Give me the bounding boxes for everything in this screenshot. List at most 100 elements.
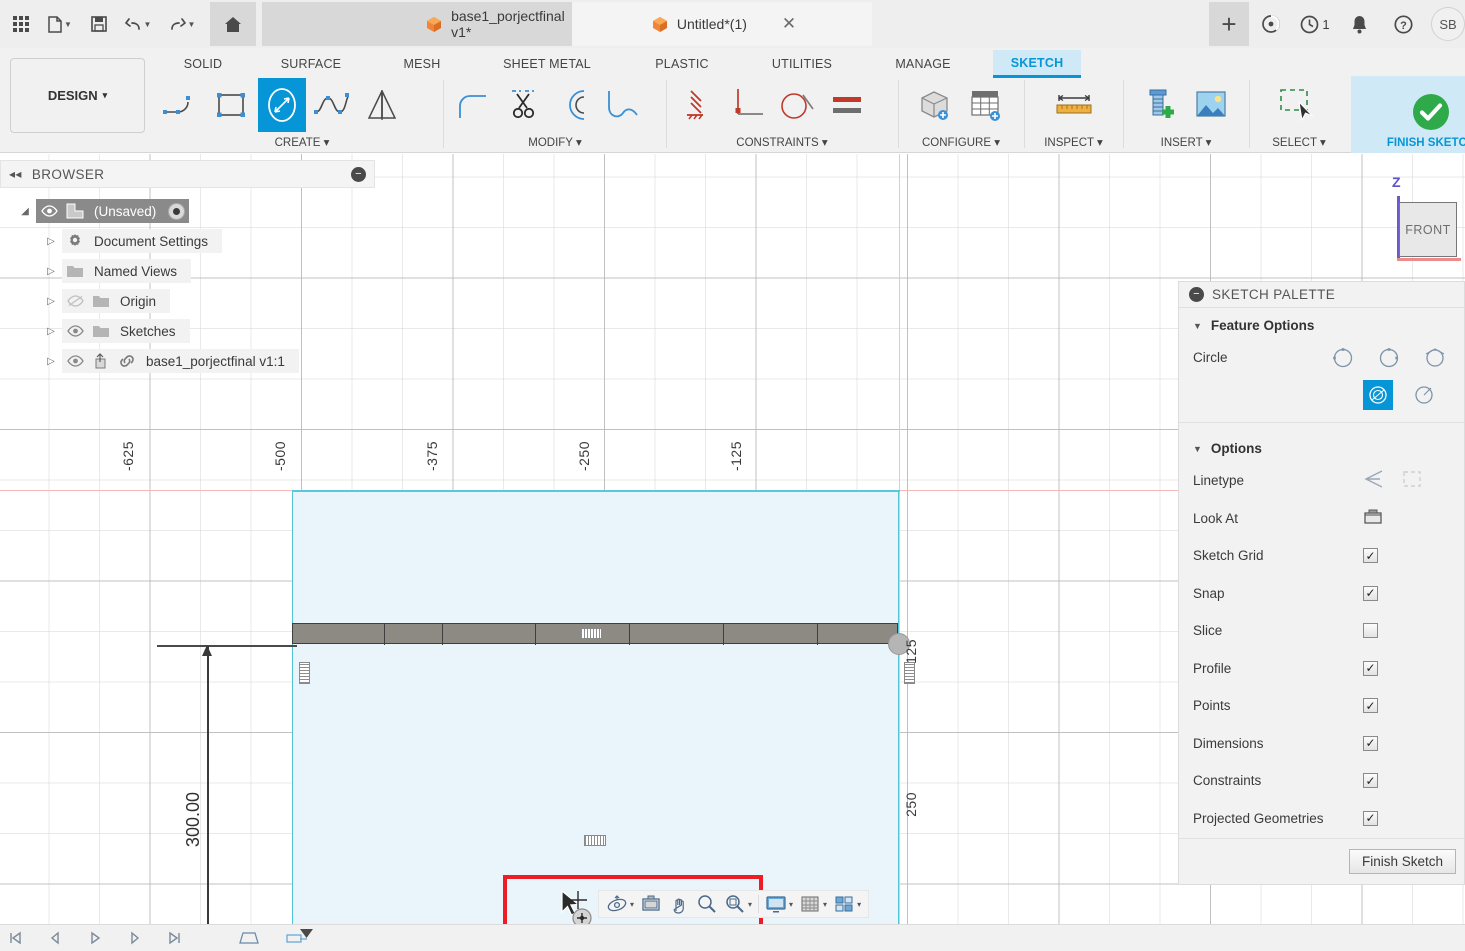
expand-arrow-icon[interactable]: ▷ — [40, 266, 62, 277]
centerline-icon[interactable] — [1401, 469, 1423, 492]
offset-icon[interactable] — [550, 78, 598, 132]
tangent-icon[interactable] — [773, 78, 821, 132]
finish-sketch-button[interactable]: FINISH SKETCH — [1351, 76, 1465, 153]
grid-snaps-icon[interactable]: ▾ — [796, 891, 830, 917]
timeline-prev-icon[interactable] — [48, 931, 62, 945]
visibility-eye-off-icon[interactable] — [62, 295, 88, 307]
mirror-icon[interactable] — [358, 78, 406, 132]
browser-item-document-settings[interactable]: ▷ Document Settings — [0, 226, 380, 256]
equal-icon[interactable] — [823, 78, 871, 132]
spline-icon[interactable] — [308, 78, 356, 132]
visibility-eye-icon[interactable] — [62, 355, 88, 367]
palette-row-sketch-grid[interactable]: Sketch Grid ✓ — [1179, 537, 1464, 575]
minimize-icon[interactable]: − — [1189, 287, 1204, 302]
configure-solid-icon[interactable] — [912, 78, 960, 132]
palette-row-constraints[interactable]: Constraints ✓ — [1179, 762, 1464, 800]
document-tab-0-label-wrap[interactable]: base1_porjectfinal v1* ✕ — [262, 2, 614, 46]
timeline-end-icon[interactable] — [168, 931, 182, 945]
help-icon[interactable]: ? — [1381, 2, 1425, 46]
notifications-bell-icon[interactable] — [1337, 2, 1381, 46]
panel-create-label[interactable]: CREATE ▾ — [152, 135, 442, 149]
sketch-feature-icon[interactable] — [238, 930, 260, 946]
zoom-window-icon[interactable]: ▾ — [721, 891, 755, 917]
home-icon[interactable] — [210, 2, 256, 46]
chevron-down-icon[interactable]: ▾ — [857, 900, 861, 909]
line-arc-icon[interactable] — [158, 78, 206, 132]
expand-arrow-icon[interactable]: ▷ — [40, 236, 62, 247]
curvature-icon[interactable] — [600, 78, 648, 132]
pan-icon[interactable] — [665, 891, 693, 917]
fix-ground-icon[interactable] — [673, 78, 721, 132]
tab-mesh[interactable]: MESH — [390, 52, 454, 76]
panel-inspect-label[interactable]: INSPECT ▾ — [1025, 135, 1122, 149]
circle-icon[interactable] — [258, 78, 306, 132]
tab-sketch[interactable]: SKETCH — [993, 50, 1081, 78]
browser-item-base1[interactable]: ▷ base1_porjectfinal v1:1 — [0, 346, 380, 376]
look-at-icon[interactable] — [1363, 508, 1383, 529]
new-file-icon[interactable]: ▼ — [38, 2, 82, 46]
sketch-profile-region[interactable] — [292, 491, 899, 924]
trim-scissors-icon[interactable] — [500, 78, 548, 132]
activate-component-radio[interactable] — [168, 202, 186, 220]
view-cube-front-face[interactable]: FRONT — [1399, 202, 1457, 257]
profile-checkbox[interactable]: ✓ — [1363, 660, 1378, 676]
expand-arrow-icon[interactable]: ▷ — [40, 356, 62, 367]
dimension-line[interactable] — [207, 646, 209, 924]
dimensions-checkbox[interactable]: ✓ — [1363, 735, 1378, 751]
measure-icon[interactable] — [1050, 78, 1098, 132]
palette-row-dimensions[interactable]: Dimensions ✓ — [1179, 725, 1464, 763]
insert-canvas-icon[interactable] — [1187, 78, 1235, 132]
look-at-icon[interactable] — [637, 891, 665, 917]
viewports-icon[interactable]: ▾ — [830, 891, 864, 917]
timeline-next-icon[interactable] — [128, 931, 142, 945]
construction-linetype-icon[interactable] — [1363, 469, 1385, 492]
vertical-constraint-icon-left[interactable] — [299, 662, 310, 684]
constraints-checkbox[interactable]: ✓ — [1363, 773, 1378, 789]
extensions-icon[interactable] — [1249, 2, 1293, 46]
sketch-top-edge[interactable] — [292, 490, 900, 492]
view-cube[interactable]: Z FRONT — [1375, 172, 1463, 272]
tab-plastic[interactable]: PLASTIC — [640, 52, 724, 76]
undo-icon[interactable]: ▼ — [116, 2, 160, 46]
insert-mcmaster-icon[interactable] — [1137, 78, 1185, 132]
visibility-eye-icon[interactable] — [36, 205, 62, 217]
tab-surface[interactable]: SURFACE — [265, 52, 357, 76]
panel-insert-label[interactable]: INSERT ▾ — [1124, 135, 1248, 149]
collapse-icon[interactable]: ◂◂ — [9, 167, 22, 181]
tab-sheet-metal[interactable]: SHEET METAL — [487, 52, 607, 76]
chevron-down-icon[interactable]: ▾ — [630, 900, 634, 909]
expand-arrow-icon[interactable]: ◢ — [14, 206, 36, 217]
tab-manage[interactable]: MANAGE — [878, 52, 968, 76]
browser-item-sketches[interactable]: ▷ Sketches — [0, 316, 380, 346]
perpendicular-icon[interactable] — [723, 78, 771, 132]
3-tangent-circle-icon[interactable] — [1409, 380, 1439, 410]
chevron-down-icon[interactable]: ▾ — [823, 900, 827, 909]
timeline-play-icon[interactable] — [88, 931, 102, 945]
close-icon[interactable]: ✕ — [782, 14, 796, 34]
horizontal-constraint-icon-bottom[interactable] — [584, 835, 606, 846]
timeline-start-icon[interactable] — [8, 931, 22, 945]
tab-utilities[interactable]: UTILITIES — [757, 52, 847, 76]
configure-table-icon[interactable] — [962, 78, 1010, 132]
slice-checkbox[interactable] — [1363, 623, 1378, 639]
center-diameter-circle-icon[interactable] — [1328, 343, 1358, 373]
expand-arrow-icon[interactable]: ▷ — [40, 326, 62, 337]
palette-row-slice[interactable]: Slice — [1179, 612, 1464, 650]
expand-arrow-icon[interactable]: ▷ — [40, 296, 62, 307]
browser-item-origin[interactable]: ▷ Origin — [0, 286, 380, 316]
panel-constraints-label[interactable]: CONSTRAINTS ▾ — [667, 135, 897, 149]
palette-row-projected-geometries[interactable]: Projected Geometries ✓ — [1179, 800, 1464, 838]
section-options[interactable]: ▼ Options — [1179, 431, 1464, 462]
new-tab-button[interactable]: + — [1209, 2, 1249, 46]
vertical-constraint-icon-right[interactable] — [904, 662, 915, 684]
rectangle-icon[interactable] — [208, 78, 256, 132]
fillet-icon[interactable] — [450, 78, 498, 132]
display-settings-icon[interactable]: ▾ — [762, 891, 796, 917]
chevron-down-icon[interactable]: ▾ — [789, 900, 793, 909]
save-icon[interactable] — [82, 2, 116, 46]
palette-row-points[interactable]: Points ✓ — [1179, 687, 1464, 725]
horizontal-constraint-icon[interactable] — [580, 628, 602, 639]
dimension-value-label[interactable]: 300.00 — [183, 792, 204, 847]
palette-row-snap[interactable]: Snap ✓ — [1179, 575, 1464, 613]
finish-sketch-palette-button[interactable]: Finish Sketch — [1348, 849, 1456, 874]
